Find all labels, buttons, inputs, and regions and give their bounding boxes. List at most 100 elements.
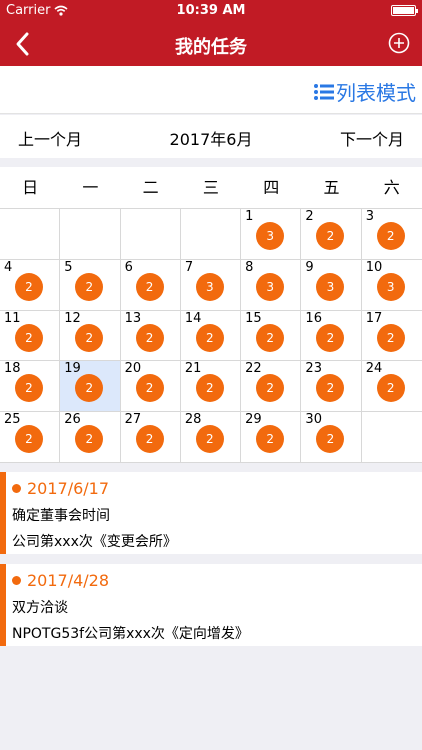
calendar-day-cell[interactable]: 83 — [241, 259, 302, 311]
task-count-badge: 2 — [135, 374, 164, 403]
calendar-day-cell[interactable]: 10 3 — [361, 260, 422, 311]
task-count-badge: 2 — [75, 272, 104, 301]
task-count-badge: 2 — [135, 425, 164, 454]
weekday-tue: 二 — [142, 178, 159, 197]
status-bar: Carrier 10:39 AM — [0, 0, 422, 22]
calendar-empty-cell — [361, 412, 422, 463]
calendar-empty-cell — [120, 209, 181, 260]
task-count-badge: 3 — [256, 222, 285, 250]
calendar-day-number: 22 — [245, 361, 262, 377]
calendar-day-cell[interactable]: 23 2 — [301, 361, 362, 413]
calendar-day-number: 24 — [365, 361, 383, 377]
calendar-day-number: 14 — [184, 310, 202, 326]
weekday-sun: 日 — [22, 178, 39, 197]
calendar-day-number: 20 — [124, 361, 142, 377]
task-count-badge: 2 — [316, 374, 345, 403]
calendar-day-cell[interactable]: 73 — [180, 259, 242, 311]
calendar-day-cell[interactable]: 42 — [0, 259, 61, 311]
status-time: 10:39 AM — [176, 3, 246, 18]
calendar: 日 一 二 三 四 五 六 1 3 2 2 3 2 4 2 5 2 6 2 7 3 8 3 9 3 10 3 11 2 12… — [0, 167, 422, 463]
calendar-day-cell[interactable]: 32 — [361, 209, 422, 260]
calendar-day-cell[interactable]: 19 2 — [60, 361, 121, 413]
task-count-badge: 3 — [376, 272, 405, 301]
list-mode-label: 列表模式 — [336, 81, 416, 105]
task-card[interactable]: 2017/6/17 确定董事会时间 公司第xxx次《变更会所》 — [0, 472, 422, 554]
calendar-day-number: 1 — [245, 209, 254, 224]
weekday-sat: 六 — [383, 178, 400, 197]
calendar-day-cell[interactable]: 22 — [301, 209, 362, 260]
task-date-text: 2017/4/28 — [27, 571, 110, 590]
task-card[interactable]: 2017/4/28 双方洽谈 NPOTG53f公司第xxx次《定向增发》 — [0, 564, 422, 646]
calendar-day-cell[interactable]: 12 2 — [60, 310, 121, 362]
calendar-day-cell[interactable]: 29 2 — [241, 412, 302, 463]
calendar-grid: 1 3 2 2 3 2 4 2 5 2 6 2 7 3 8 3 9 3 10 3 11 2 12 2 13 2 14 2 15 2 16 2 1… — [0, 208, 422, 463]
calendar-day-cell[interactable]: 17 2 — [361, 311, 422, 362]
calendar-day-number: 5 — [64, 259, 73, 275]
task-count-badge: 2 — [75, 425, 104, 454]
calendar-day-cell[interactable]: 15 2 — [241, 310, 302, 362]
calendar-day-number: 8 — [245, 259, 254, 275]
task-count-badge: 3 — [316, 272, 345, 301]
calendar-day-cell[interactable]: 27 2 — [120, 412, 181, 463]
page-title: 我的任务 — [175, 37, 247, 58]
calendar-day-cell[interactable]: 16 2 — [301, 310, 362, 362]
task-title: 确定董事会时间 — [12, 508, 110, 524]
calendar-day-cell[interactable]: 14 2 — [180, 310, 242, 362]
calendar-day-cell[interactable]: 22 2 — [241, 361, 302, 413]
weekday-mon: 一 — [82, 178, 99, 197]
task-count-badge: 2 — [256, 374, 285, 403]
calendar-day-number: 12 — [64, 310, 81, 326]
task-count-badge: 2 — [75, 374, 104, 403]
mode-bar: 列表模式 — [0, 66, 422, 114]
calendar-day-cell[interactable]: 52 — [60, 259, 121, 311]
list-mode-button[interactable]: 列表模式 — [314, 77, 416, 106]
calendar-day-cell[interactable]: 11 2 — [0, 310, 61, 362]
calendar-day-number: 13 — [124, 310, 142, 326]
calendar-day-number: 15 — [245, 310, 262, 326]
task-count-badge: 2 — [316, 425, 345, 454]
bullet-dot-icon — [12, 484, 21, 493]
calendar-day-cell[interactable]: 13 — [241, 209, 302, 260]
calendar-day-number: 11 — [4, 310, 21, 326]
calendar-day-number: 19 — [64, 361, 81, 377]
calendar-day-number: 7 — [184, 259, 194, 275]
calendar-day-number: 29 — [245, 412, 262, 428]
task-date-text: 2017/6/17 — [27, 479, 110, 498]
calendar-day-cell[interactable]: 21 2 — [180, 361, 242, 413]
task-date: 2017/6/17 — [12, 479, 109, 498]
calendar-day-cell[interactable]: 30 2 — [301, 412, 362, 463]
task-count-badge: 2 — [135, 272, 164, 301]
next-month-button[interactable]: 下一个月 — [340, 126, 404, 150]
task-detail: 公司第xxx次《变更会所》 — [12, 534, 177, 550]
calendar-empty-cell — [60, 209, 121, 260]
calendar-day-cell[interactable]: 18 2 — [0, 361, 61, 413]
calendar-day-number: 28 — [184, 412, 202, 428]
calendar-empty-cell — [180, 209, 242, 260]
task-count-badge: 2 — [316, 222, 345, 250]
weekday-wed: 三 — [202, 178, 219, 197]
calendar-day-number: 30 — [305, 412, 322, 428]
weekday-thu: 四 — [263, 178, 280, 197]
calendar-day-cell[interactable]: 13 2 — [120, 310, 181, 362]
calendar-day-number: 18 — [4, 361, 21, 377]
add-circle-icon[interactable] — [388, 32, 410, 54]
task-count-badge: 2 — [15, 323, 43, 352]
calendar-day-number: 27 — [124, 412, 142, 428]
calendar-day-cell[interactable]: 26 2 — [60, 412, 121, 463]
task-count-badge: 2 — [256, 323, 285, 352]
calendar-empty-cell — [0, 209, 61, 260]
calendar-day-cell[interactable]: 20 2 — [120, 361, 181, 413]
calendar-day-number: 2 — [305, 209, 314, 224]
calendar-day-cell[interactable]: 93 — [301, 259, 362, 311]
calendar-day-cell[interactable]: 24 2 — [361, 361, 422, 413]
task-count-badge: 2 — [15, 374, 43, 403]
calendar-day-cell[interactable]: 62 — [120, 259, 181, 311]
calendar-day-number: 3 — [365, 209, 374, 224]
calendar-day-cell[interactable]: 28 2 — [180, 412, 242, 463]
bullet-dot-icon — [12, 576, 21, 585]
task-count-badge: 2 — [135, 323, 164, 352]
calendar-day-number: 16 — [305, 310, 322, 326]
calendar-day-cell[interactable]: 25 2 — [0, 412, 61, 463]
task-count-badge: 2 — [256, 425, 285, 454]
calendar-day-number: 23 — [305, 361, 322, 377]
